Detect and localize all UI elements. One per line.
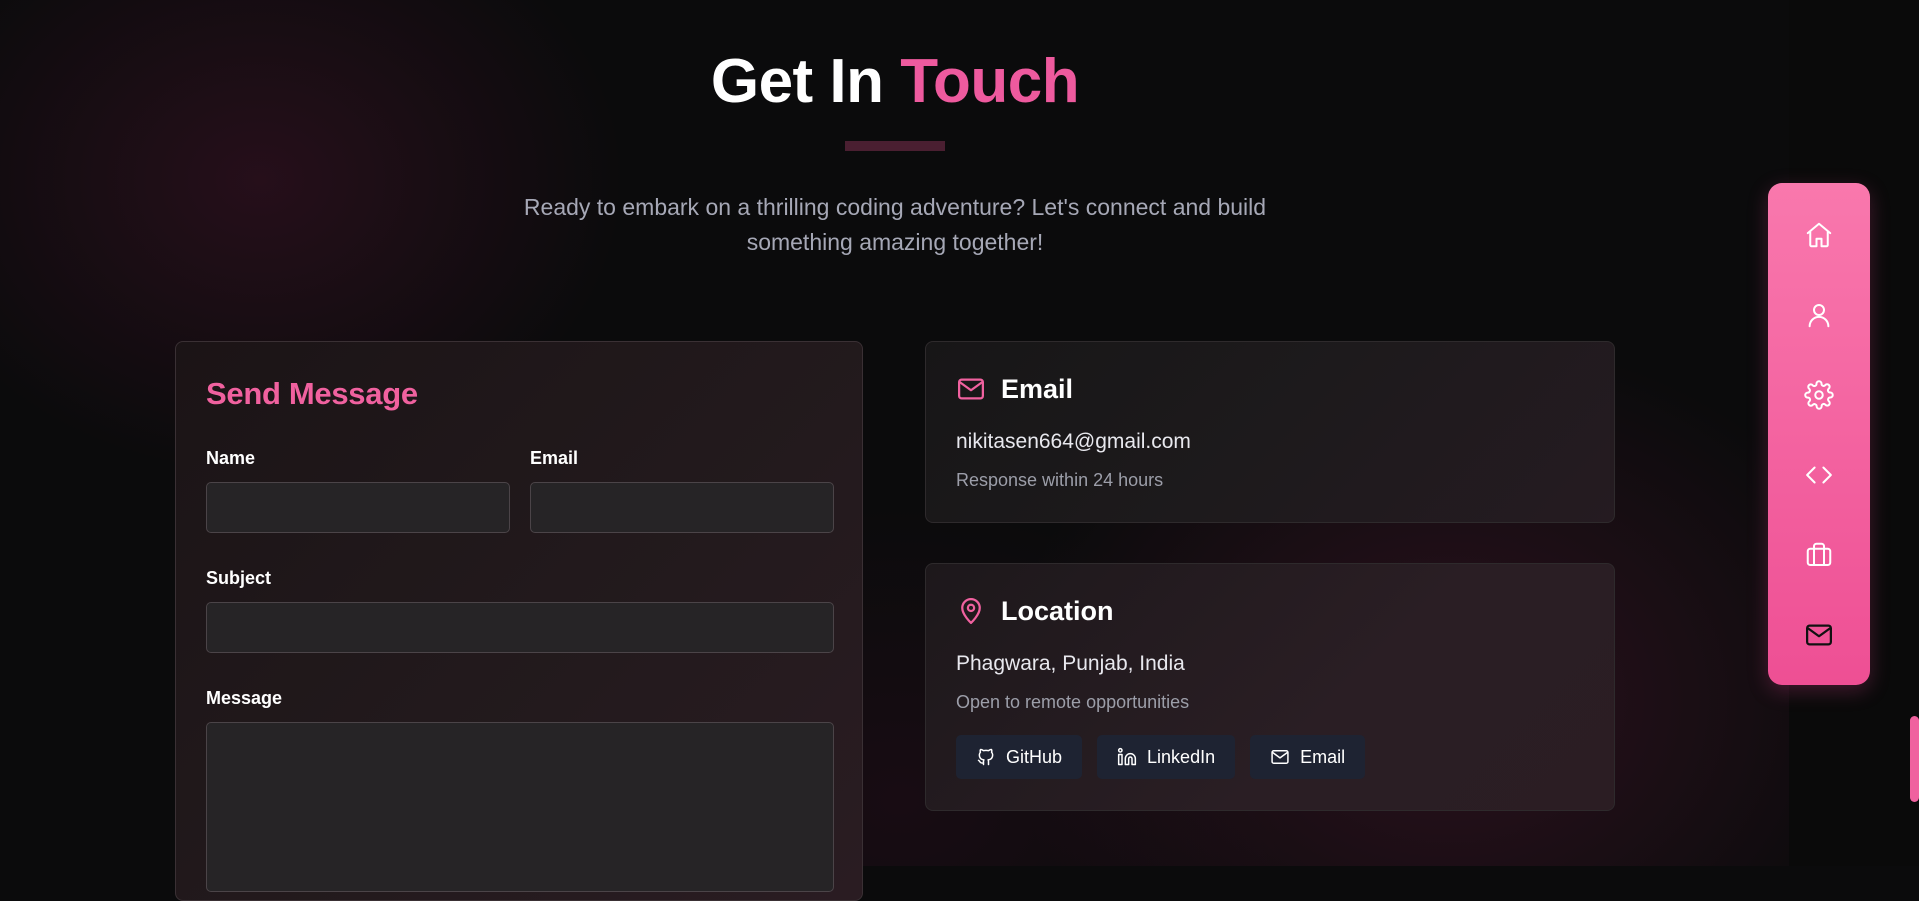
- side-navigation: [1768, 183, 1870, 685]
- nav-item-contact[interactable]: [1768, 605, 1870, 665]
- mail-icon: [956, 374, 986, 404]
- location-card-title: Location: [1001, 596, 1114, 626]
- nav-item-experience[interactable]: [1768, 525, 1870, 585]
- location-card: Location Phagwara, Punjab, India Open to…: [925, 563, 1615, 811]
- section-title: Get In Touch: [0, 44, 1790, 120]
- title-underline: [845, 141, 945, 151]
- nav-item-projects[interactable]: [1768, 445, 1870, 505]
- name-input[interactable]: [206, 482, 510, 533]
- linkedin-icon: [1117, 747, 1137, 767]
- email-card-title: Email: [1001, 374, 1074, 404]
- user-icon: [1804, 300, 1834, 330]
- scrollbar-thumb[interactable]: [1910, 716, 1919, 802]
- github-icon: [976, 747, 996, 767]
- email-response-note: Response within 24 hours: [956, 470, 1164, 490]
- nav-item-about[interactable]: [1768, 285, 1870, 345]
- message-label: Message: [206, 688, 283, 708]
- subtitle-line-1: Ready to embark on a thrilling coding ad…: [523, 194, 1267, 220]
- email-social-label: Email: [1300, 746, 1346, 767]
- map-pin-icon: [956, 596, 986, 626]
- message-textarea[interactable]: [206, 722, 834, 892]
- email-label: Email: [530, 448, 579, 468]
- linkedin-button[interactable]: LinkedIn: [1097, 735, 1236, 779]
- social-links: GitHub LinkedIn Email: [956, 735, 1366, 779]
- title-main: Get In: [710, 47, 884, 116]
- title-accent: Touch: [900, 47, 1080, 116]
- location-value: Phagwara, Punjab, India: [956, 652, 1185, 675]
- subject-input[interactable]: [206, 602, 834, 653]
- nav-item-skills[interactable]: [1768, 365, 1870, 425]
- contact-form-card: Send Message Name Email Subject Message: [175, 341, 863, 901]
- briefcase-icon: [1804, 540, 1834, 570]
- linkedin-label: LinkedIn: [1147, 746, 1216, 767]
- email-card: Email nikitasen664@gmail.com Response wi…: [925, 341, 1615, 523]
- email-social-button[interactable]: Email: [1250, 735, 1366, 779]
- gear-icon: [1804, 380, 1834, 410]
- subtitle-line-2: something amazing together!: [746, 229, 1044, 255]
- form-title: Send Message: [206, 376, 418, 411]
- email-input[interactable]: [530, 482, 834, 533]
- email-address: nikitasen664@gmail.com: [956, 430, 1191, 453]
- location-note: Open to remote opportunities: [956, 692, 1190, 712]
- nav-item-home[interactable]: [1768, 205, 1870, 265]
- mail-icon: [1270, 747, 1290, 767]
- mail-icon: [1804, 620, 1834, 650]
- github-button[interactable]: GitHub: [956, 735, 1083, 779]
- section-subtitle: Ready to embark on a thrilling coding ad…: [495, 190, 1295, 260]
- subject-label: Subject: [206, 568, 272, 588]
- home-icon: [1804, 220, 1834, 250]
- code-icon: [1804, 460, 1834, 490]
- github-label: GitHub: [1006, 746, 1063, 767]
- name-label: Name: [206, 448, 256, 468]
